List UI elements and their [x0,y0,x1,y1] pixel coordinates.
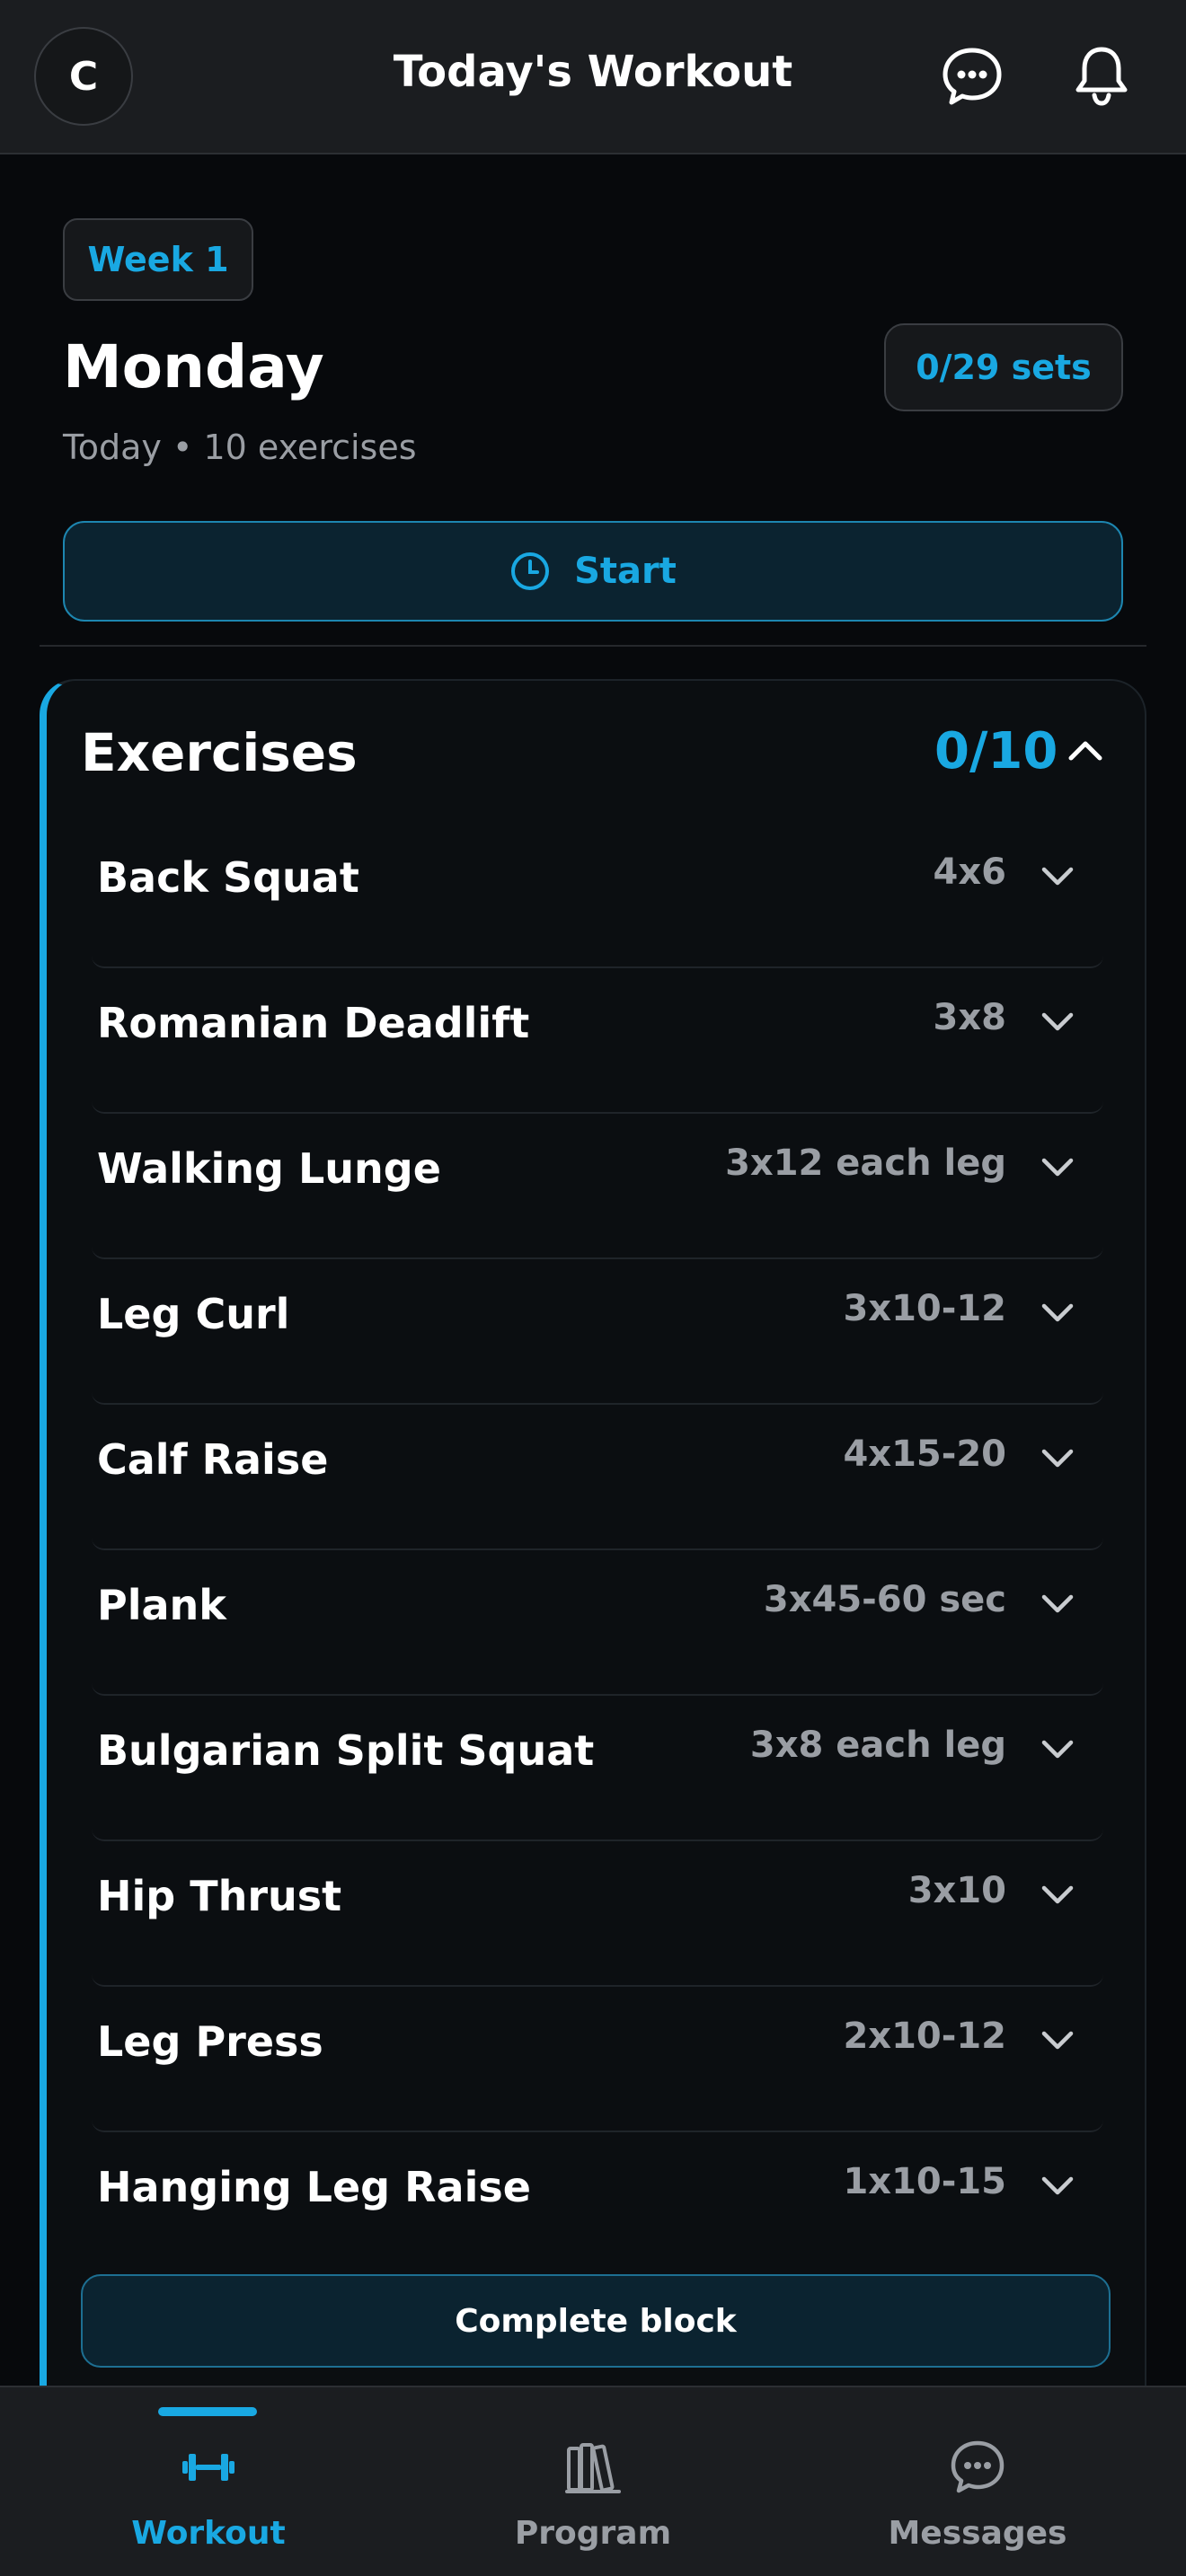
exercises-title: Exercises [81,722,358,783]
clock-icon [511,552,550,590]
exercises-count: 0/10 [934,722,1058,781]
exercise-row[interactable]: Back Squat 4x6 [92,823,1103,968]
exercise-name: Leg Press [97,2017,323,2066]
tab-program-label: Program [514,2515,672,2552]
exercise-sets: 2x10-12 [843,2016,1006,2057]
exercise-name: Romanian Deadlift [97,999,530,1047]
exercise-row[interactable]: Leg Curl 3x10-12 [92,1259,1103,1405]
exercise-name: Walking Lunge [97,1144,441,1193]
exercise-row[interactable]: Walking Lunge 3x12 each leg [92,1114,1103,1259]
chevron-down-icon[interactable] [1037,1728,1078,1769]
tab-messages[interactable]: Messages [843,2436,1112,2571]
chevron-down-icon[interactable] [1037,1437,1078,1478]
active-tab-indicator [158,2407,257,2416]
chevron-down-icon[interactable] [1037,1001,1078,1042]
sets-progress-label: 0/29 sets [916,348,1092,387]
exercise-name: Bulgarian Split Squat [97,1726,595,1775]
exercise-name: Calf Raise [97,1435,329,1484]
sets-progress-badge: 0/29 sets [884,323,1123,411]
week-badge: Week 1 [63,218,253,301]
books-icon [565,2443,621,2493]
exercise-sets: 4x15-20 [843,1434,1006,1475]
exercise-row[interactable]: Leg Press 2x10-12 [92,1987,1103,2132]
complete-block-label: Complete block [455,2302,737,2340]
start-button-label: Start [574,551,677,592]
day-subtitle: Today • 10 exercises [63,428,417,467]
exercise-sets: 3x10 [907,1870,1006,1911]
exercise-sets: 1x10-15 [843,2161,1006,2202]
complete-block-button[interactable]: Complete block [81,2274,1111,2368]
exercise-sets: 3x12 each leg [725,1142,1006,1184]
chevron-down-icon[interactable] [1037,2165,1078,2206]
day-title: Monday [63,332,324,401]
exercise-row[interactable]: Romanian Deadlift 3x8 [92,968,1103,1114]
tab-messages-label: Messages [888,2515,1067,2552]
chevron-down-icon[interactable] [1037,2019,1078,2060]
exercise-sets: 3x8 [933,997,1006,1038]
tab-workout-label: Workout [131,2515,286,2552]
chat-bubble-icon [951,2440,1005,2493]
divider [40,645,1146,647]
exercise-sets: 4x6 [933,851,1006,893]
exercise-sets: 3x45-60 sec [763,1579,1006,1620]
exercise-row[interactable]: Plank 3x45-60 sec [92,1550,1103,1696]
exercise-row[interactable]: Bulgarian Split Squat 3x8 each leg [92,1696,1103,1841]
chat-bubble-icon[interactable] [934,38,1010,113]
tab-workout[interactable]: Workout [74,2436,343,2571]
tab-program[interactable]: Program [458,2436,728,2571]
exercise-row[interactable]: Hip Thrust 3x10 [92,1841,1103,1987]
exercise-sets: 3x8 each leg [749,1725,1006,1766]
chevron-down-icon[interactable] [1037,855,1078,896]
exercise-name: Leg Curl [97,1290,290,1338]
chevron-down-icon[interactable] [1037,1874,1078,1915]
exercise-name: Plank [97,1581,226,1629]
start-button[interactable]: Start [63,521,1123,622]
exercise-row[interactable]: Calf Raise 4x15-20 [92,1405,1103,1550]
chevron-down-icon[interactable] [1037,1292,1078,1333]
chevron-down-icon[interactable] [1037,1146,1078,1187]
week-label: Week 1 [87,240,229,279]
exercise-list: Back Squat 4x6 Romanian Deadlift 3x8 Wal… [92,823,1103,2278]
chevron-down-icon[interactable] [1037,1583,1078,1624]
exercise-name: Back Squat [97,853,359,902]
chevron-up-icon[interactable] [1064,729,1107,772]
exercise-name: Hanging Leg Raise [97,2163,531,2211]
bell-icon[interactable] [1064,38,1139,113]
exercise-sets: 3x10-12 [843,1288,1006,1329]
exercise-name: Hip Thrust [97,1872,342,1920]
exercise-row[interactable]: Hanging Leg Raise 1x10-15 [92,2132,1103,2278]
dumbbell-icon [182,2454,235,2481]
